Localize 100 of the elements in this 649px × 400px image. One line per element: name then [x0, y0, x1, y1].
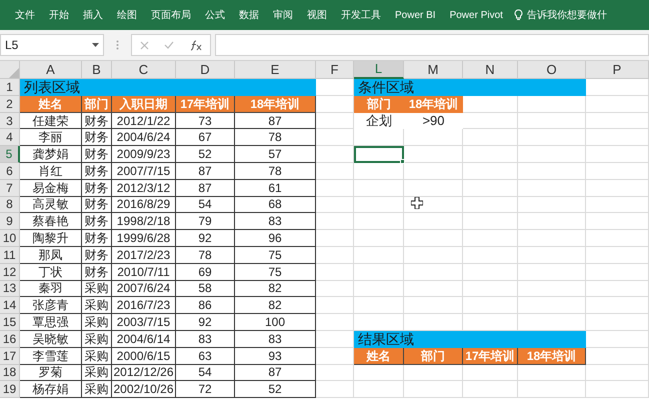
- column-heading[interactable]: D: [176, 61, 235, 79]
- column-heading[interactable]: F: [316, 61, 354, 79]
- table-cell: 82: [235, 280, 316, 298]
- function-icon[interactable]: [190, 40, 202, 50]
- row-heading[interactable]: 9: [0, 213, 20, 230]
- active-cell[interactable]: [354, 146, 404, 163]
- table-cell: 54: [176, 364, 235, 382]
- row-heading[interactable]: 18: [0, 364, 20, 382]
- ribbon-tab[interactable]: 公式: [198, 8, 232, 22]
- table-cell: 58: [176, 280, 235, 298]
- ribbon-tab[interactable]: 视图: [300, 8, 334, 22]
- table-cell: 秦羽: [20, 280, 82, 298]
- table-cell: 财务: [82, 213, 112, 230]
- ribbon-tab[interactable]: 文件: [8, 8, 42, 22]
- table-cell: 92: [176, 230, 235, 247]
- row-heading[interactable]: 10: [0, 230, 20, 247]
- row-heading[interactable]: 7: [0, 180, 20, 197]
- check-icon[interactable]: [164, 41, 174, 49]
- row-heading[interactable]: 5: [0, 146, 20, 163]
- table-cell: 83: [235, 213, 316, 230]
- table-cell: 采购: [82, 314, 112, 331]
- ribbon-tab[interactable]: 开发工具: [334, 8, 388, 22]
- table-cell: 财务: [82, 264, 112, 281]
- table-cell: 采购: [82, 280, 112, 298]
- ribbon-tab[interactable]: 插入: [76, 8, 110, 22]
- row-heading[interactable]: 6: [0, 162, 20, 180]
- row-heading[interactable]: 3: [0, 112, 20, 130]
- more-dots-icon: [116, 40, 119, 50]
- row-heading[interactable]: 17: [0, 348, 20, 365]
- select-all-corner[interactable]: [0, 61, 20, 79]
- row-heading[interactable]: 8: [0, 196, 20, 214]
- column-heading[interactable]: L: [354, 61, 404, 79]
- ribbon-tab[interactable]: 数据: [232, 8, 266, 22]
- table-cell: 李丽: [20, 129, 82, 146]
- region-title: 结果区域: [354, 330, 586, 348]
- table-cell: 78: [235, 162, 316, 180]
- table-cell: 68: [235, 196, 316, 214]
- table-cell: 财务: [82, 230, 112, 247]
- table-cell: 2007/6/24: [112, 280, 176, 298]
- ribbon-tab[interactable]: 页面布局: [144, 8, 198, 22]
- table-cell: 企划: [354, 112, 404, 130]
- row-heading[interactable]: 15: [0, 314, 20, 331]
- formula-input[interactable]: [215, 34, 649, 56]
- table-cell: 龚梦娟: [20, 146, 82, 163]
- table-cell: 87: [235, 112, 316, 130]
- row-heading[interactable]: 11: [0, 246, 20, 264]
- column-heading[interactable]: N: [463, 61, 518, 79]
- table-cell: 78: [176, 246, 235, 264]
- table-cell: 2012/3/12: [112, 180, 176, 197]
- ribbon-tab[interactable]: Power BI: [388, 8, 443, 22]
- table-cell: 63: [176, 348, 235, 365]
- row-heading[interactable]: 16: [0, 330, 20, 348]
- table-cell: 61: [235, 180, 316, 197]
- column-heading[interactable]: B: [82, 61, 112, 79]
- table-cell: 采购: [82, 330, 112, 348]
- table-cell: 杨存娟: [20, 381, 82, 398]
- column-heading[interactable]: E: [235, 61, 316, 79]
- column-heading[interactable]: A: [20, 61, 82, 79]
- table-cell: 54: [176, 196, 235, 214]
- row-heading[interactable]: 12: [0, 264, 20, 281]
- table-cell: 79: [176, 213, 235, 230]
- table-cell: 100: [235, 314, 316, 331]
- table-cell: 2016/8/29: [112, 196, 176, 214]
- column-header-cell: 18年培训: [518, 348, 586, 365]
- table-cell: 83: [235, 330, 316, 348]
- table-cell: 92: [176, 314, 235, 331]
- ribbon-tab[interactable]: Power Pivot: [442, 8, 510, 22]
- row-heading[interactable]: 2: [0, 96, 20, 113]
- row-heading[interactable]: 13: [0, 280, 20, 298]
- ribbon-tab[interactable]: 绘图: [110, 8, 144, 22]
- table-cell: 87: [235, 364, 316, 382]
- name-box[interactable]: L5: [0, 34, 104, 56]
- table-cell: 财务: [82, 146, 112, 163]
- table-cell: 任建荣: [20, 112, 82, 130]
- column-heading[interactable]: O: [518, 61, 586, 79]
- table-cell: 吴晓敏: [20, 330, 82, 348]
- table-cell: 2009/9/23: [112, 146, 176, 163]
- column-heading[interactable]: C: [112, 61, 176, 79]
- crosshair-cursor-icon: [411, 197, 423, 209]
- ribbon-tab[interactable]: 审阅: [266, 8, 300, 22]
- table-cell: 2017/2/23: [112, 246, 176, 264]
- table-cell: 2003/7/15: [112, 314, 176, 331]
- cancel-icon[interactable]: [140, 40, 149, 50]
- tell-me-search[interactable]: 告诉我你想要做什: [526, 8, 607, 22]
- column-header-cell: 17年培训: [176, 96, 235, 113]
- row-heading[interactable]: 1: [0, 79, 20, 96]
- column-heading[interactable]: P: [586, 61, 649, 79]
- row-heading[interactable]: 19: [0, 381, 20, 398]
- column-heading[interactable]: M: [404, 61, 463, 79]
- row-heading[interactable]: 4: [0, 129, 20, 146]
- table-cell: 1999/6/28: [112, 230, 176, 247]
- table-cell: 2012/12/26: [112, 364, 176, 382]
- table-cell: 1998/2/18: [112, 213, 176, 230]
- column-header-cell: 部门: [404, 348, 463, 365]
- table-cell: 那凤: [20, 246, 82, 264]
- row-heading[interactable]: 14: [0, 297, 20, 314]
- table-cell: 财务: [82, 129, 112, 146]
- column-header-cell: 18年培训: [235, 96, 316, 113]
- ribbon-tab[interactable]: 开始: [42, 8, 76, 22]
- table-cell: 2000/6/15: [112, 348, 176, 365]
